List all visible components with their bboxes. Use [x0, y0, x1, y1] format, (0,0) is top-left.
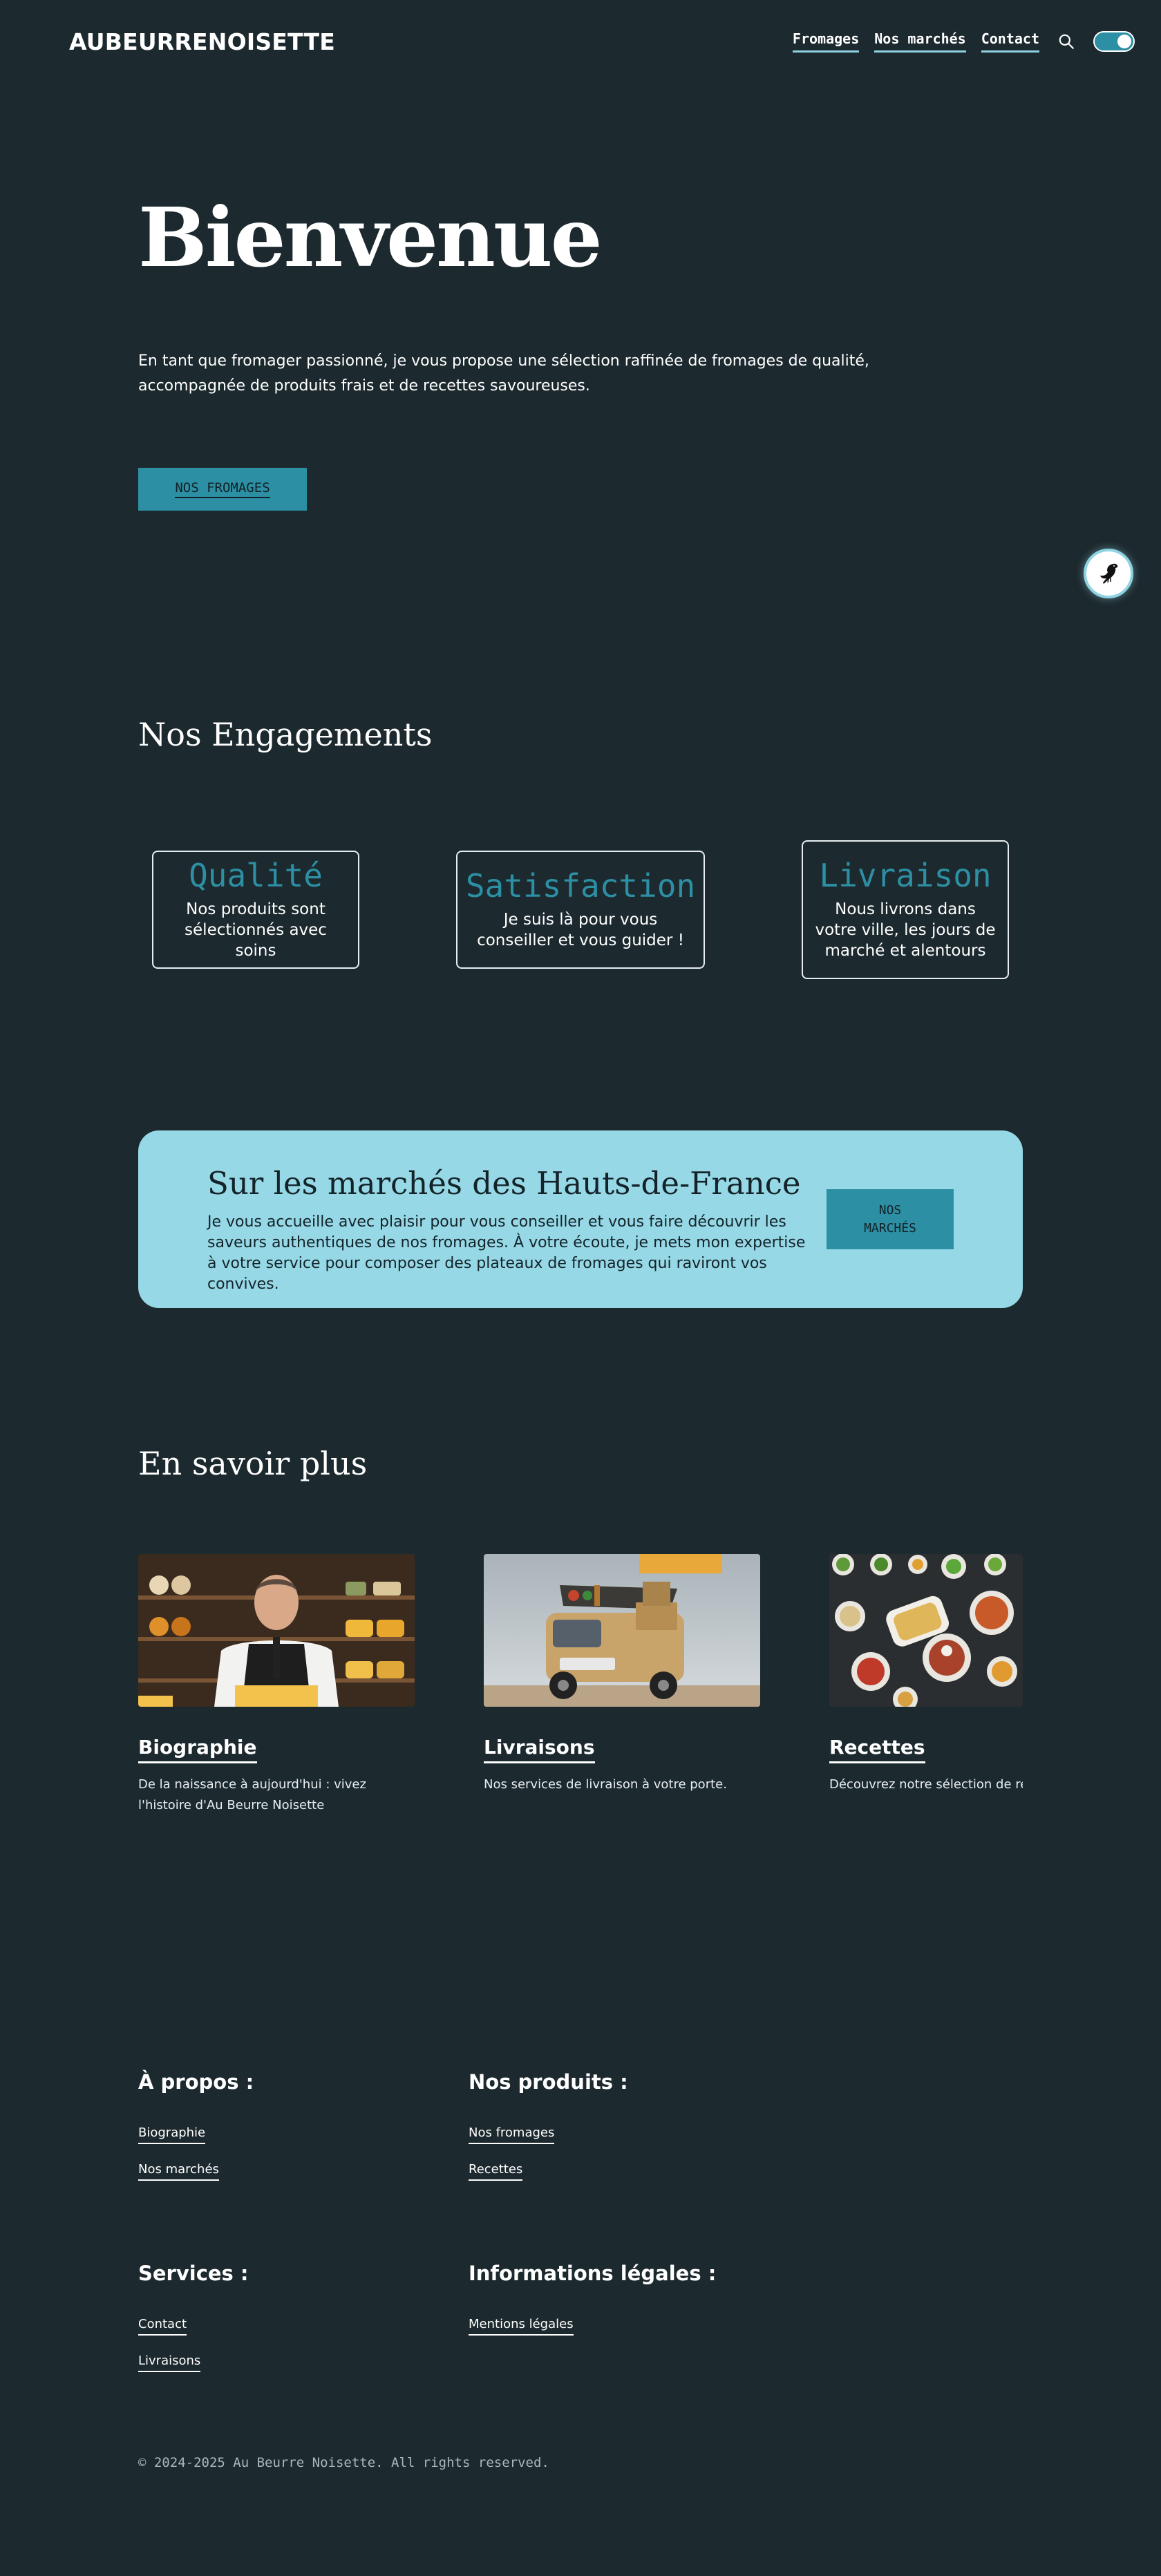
footer-column-legal: Informations légales : Mentions légales: [469, 2262, 716, 2354]
engagement-card-text: Je suis là pour vous conseiller et vous …: [477, 910, 684, 949]
footer-heading: Nos produits :: [469, 2070, 628, 2094]
footer-column-about: À propos : Biographie Nos marchés: [138, 2070, 254, 2199]
learn-more-card-livraisons[interactable]: Livraisons Nos services de livraison à v…: [484, 1554, 760, 1795]
learn-more-card-text: De la naissance à aujourd'hui : vivez l'…: [138, 1777, 366, 1812]
markets-title: Sur les marchés des Hauts-de-France: [207, 1165, 801, 1202]
learn-more-card-title[interactable]: Recettes: [829, 1736, 925, 1763]
search-icon[interactable]: [1057, 32, 1075, 50]
engagement-card-qualite: Qualité Nos produits sont sélectionnés a…: [152, 851, 359, 969]
markets-banner: Sur les marchés des Hauts-de-France Je v…: [138, 1130, 1023, 1308]
footer-link-contact[interactable]: Contact: [138, 2317, 187, 2336]
footer-link-livraisons[interactable]: Livraisons: [138, 2354, 201, 2372]
engagements-title: Nos Engagements: [138, 716, 433, 753]
learn-more-card-recettes[interactable]: Recettes Découvrez notre sélection de re…: [829, 1554, 1023, 1795]
page: AUBEURRENOISETTE Fromages Nos marchés Co…: [0, 0, 1161, 2576]
nos-marches-button-label: NOS MARCHÉS: [864, 1202, 916, 1235]
copyright-text: © 2024-2025 Au Beurre Noisette. All righ…: [138, 2455, 549, 2470]
nav-link-contact[interactable]: Contact: [981, 30, 1039, 53]
learn-more-title: En savoir plus: [138, 1445, 368, 1482]
engagement-card-title: Livraison: [819, 857, 992, 895]
footer-link-recettes[interactable]: Recettes: [469, 2162, 523, 2181]
engagement-card-livraison: Livraison Nous livrons dans votre ville,…: [802, 840, 1009, 979]
hero-description: En tant que fromager passionné, je vous …: [138, 349, 871, 399]
engagement-card-text: Nous livrons dans votre ville, les jours…: [815, 900, 996, 960]
footer-column-products: Nos produits : Nos fromages Recettes: [469, 2070, 628, 2199]
footer-link-nos-marches[interactable]: Nos marchés: [138, 2162, 219, 2181]
site-logo[interactable]: AUBEURRENOISETTE: [69, 28, 335, 55]
engagement-card-title: Qualité: [189, 857, 323, 895]
footer-link-mentions-legales[interactable]: Mentions légales: [469, 2317, 574, 2336]
engagement-card-satisfaction: Satisfaction Je suis là pour vous consei…: [456, 851, 705, 969]
hero-description-line: En tant que fromager passionné, je vous …: [138, 352, 869, 370]
delivery-truck-photo[interactable]: [484, 1554, 760, 1707]
footer-heading: Services :: [138, 2262, 249, 2285]
nav-link-nos-marches[interactable]: Nos marchés: [874, 30, 966, 53]
bird-icon: [1100, 563, 1118, 584]
learn-more-card-biographie[interactable]: Biographie De la naissance à aujourd'hui…: [138, 1554, 415, 1816]
hero-title: Bienvenue: [138, 189, 603, 285]
main-nav: Fromages Nos marchés Contact: [792, 30, 1135, 53]
floating-assistant-button[interactable]: [1084, 549, 1133, 598]
footer-link-biographie[interactable]: Biographie: [138, 2125, 206, 2144]
dishes-photo[interactable]: [829, 1554, 1023, 1707]
engagement-card-title: Satisfaction: [465, 867, 696, 905]
markets-description: Je vous accueille avec plaisir pour vous…: [207, 1213, 806, 1293]
nav-link-fromages[interactable]: Fromages: [792, 30, 860, 53]
nos-marches-button[interactable]: NOS MARCHÉS: [827, 1189, 954, 1249]
cheesemonger-photo[interactable]: [138, 1554, 415, 1707]
learn-more-card-text: Découvrez notre sélection de rece: [829, 1777, 1023, 1792]
footer-heading: À propos :: [138, 2070, 254, 2094]
hero-description-line: accompagnée de produits frais et de rece…: [138, 377, 590, 395]
nos-fromages-button-label: NOS FROMAGES: [175, 480, 270, 498]
learn-more-card-title[interactable]: Livraisons: [484, 1736, 595, 1763]
footer-link-nos-fromages[interactable]: Nos fromages: [469, 2125, 555, 2144]
footer-column-services: Services : Contact Livraisons: [138, 2262, 249, 2390]
learn-more-card-text: Nos services de livraison à votre porte.: [484, 1777, 727, 1792]
nos-fromages-button[interactable]: NOS FROMAGES: [138, 468, 307, 511]
site-header: AUBEURRENOISETTE Fromages Nos marchés Co…: [0, 0, 1161, 83]
theme-toggle[interactable]: [1093, 31, 1135, 52]
engagement-card-text: Nos produits sont sélectionnés avec soin…: [185, 900, 327, 960]
learn-more-card-title[interactable]: Biographie: [138, 1736, 257, 1763]
toggle-knob: [1117, 35, 1131, 48]
footer-heading: Informations légales :: [469, 2262, 717, 2285]
